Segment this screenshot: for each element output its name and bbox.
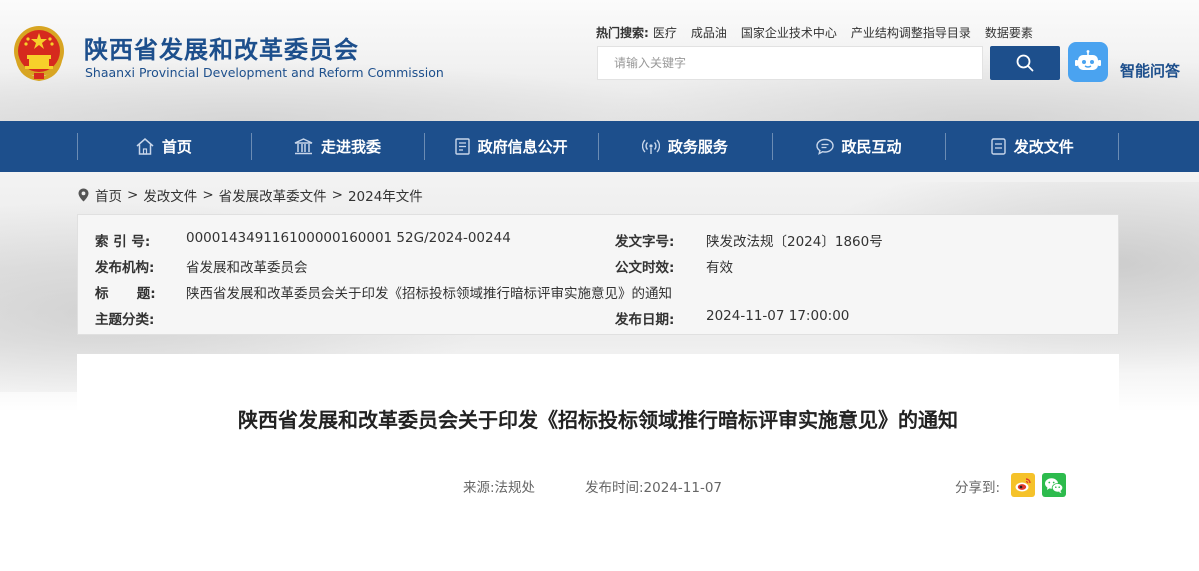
- hot-search-link[interactable]: 国家企业技术中心: [741, 24, 837, 41]
- nav-label: 走进我委: [321, 138, 382, 156]
- search-input[interactable]: [598, 47, 982, 79]
- chat-icon: [815, 138, 834, 155]
- breadcrumb-separator: >: [331, 187, 343, 203]
- article: 陕西省发展和改革委员会关于印发《招标投标领域推行暗标评审实施意见》的通知 来源:…: [77, 354, 1119, 571]
- hot-search-link[interactable]: 数据要素: [985, 24, 1033, 41]
- robot-icon: [1075, 50, 1101, 70]
- nav-item-home[interactable]: 首页: [77, 121, 251, 172]
- share-label: 分享到:: [955, 480, 1001, 496]
- search-icon: [1016, 54, 1034, 72]
- signal-icon: [641, 139, 660, 154]
- info-key: 索 引 号:: [95, 234, 151, 250]
- nav-label: 政民互动: [841, 138, 902, 156]
- hot-search-link[interactable]: 医疗: [653, 24, 677, 41]
- wechat-share-button[interactable]: [1042, 473, 1066, 497]
- building-icon: [294, 138, 313, 155]
- assistant-label[interactable]: 智能问答: [1120, 60, 1180, 81]
- document-info-panel: 索 引 号: 000014349116100000160001 52G/2024…: [77, 214, 1119, 335]
- info-value: 2024-11-07 17:00:00: [706, 308, 850, 324]
- main-nav: 首页 走进我委 政府信息公开 政务服务 政民互动 发改文件: [0, 121, 1199, 172]
- breadcrumb-separator: >: [202, 187, 214, 203]
- nav-item-gov-info[interactable]: 政府信息公开: [424, 121, 598, 172]
- search-field[interactable]: [597, 46, 983, 80]
- file-icon: [990, 138, 1006, 155]
- nav-label: 首页: [161, 138, 192, 156]
- hot-search: 热门搜索: 医疗 成品油 国家企业技术中心 产业结构调整指导目录 数据要素: [596, 24, 1047, 41]
- info-value: 000014349116100000160001 52G/2024-00244: [186, 230, 511, 246]
- info-value: 陕发改法规〔2024〕1860号: [706, 234, 883, 250]
- article-title: 陕西省发展和改革委员会关于印发《招标投标领域推行暗标评审实施意见》的通知: [238, 408, 958, 432]
- nav-item-files[interactable]: 发改文件: [945, 121, 1119, 172]
- article-publish-time: 发布时间:2024-11-07: [585, 480, 723, 496]
- assistant-button[interactable]: [1068, 42, 1108, 82]
- info-key: 发布机构:: [95, 260, 155, 276]
- breadcrumb-link[interactable]: 首页: [95, 185, 122, 205]
- hot-search-link[interactable]: 成品油: [691, 24, 727, 41]
- nav-label: 发改文件: [1013, 138, 1074, 156]
- nav-label: 政务服务: [667, 138, 728, 156]
- info-key: 发文字号:: [615, 234, 675, 250]
- location-pin-icon: [78, 188, 89, 202]
- breadcrumb-link[interactable]: 2024年文件: [348, 185, 423, 205]
- search-button[interactable]: [990, 46, 1060, 80]
- info-value: 有效: [706, 260, 733, 276]
- hot-search-link[interactable]: 产业结构调整指导目录: [851, 24, 971, 41]
- nav-item-services[interactable]: 政务服务: [598, 121, 772, 172]
- site-title[interactable]: 陕西省发展和改革委员会: [84, 30, 359, 65]
- nav-item-about[interactable]: 走进我委: [250, 121, 425, 172]
- nav-label: 政府信息公开: [477, 138, 568, 156]
- info-key: 发布日期:: [615, 312, 675, 328]
- national-emblem-icon: [12, 25, 66, 82]
- weibo-icon: [1015, 478, 1031, 492]
- breadcrumb-separator: >: [127, 187, 139, 203]
- article-source: 来源:法规处: [463, 480, 536, 496]
- home-icon: [136, 138, 154, 155]
- breadcrumb: 首页 > 发改文件 > 省发展改革委文件 > 2024年文件: [78, 185, 423, 205]
- info-value: 省发展和改革委员会: [186, 260, 308, 276]
- hot-search-label: 热门搜索:: [596, 26, 649, 40]
- document-icon: [454, 138, 470, 155]
- info-value: 陕西省发展和改革委员会关于印发《招标投标领域推行暗标评审实施意见》的通知: [186, 286, 672, 302]
- breadcrumb-link[interactable]: 省发展改革委文件: [219, 185, 327, 205]
- info-key: 标 题:: [95, 286, 156, 302]
- breadcrumb-link[interactable]: 发改文件: [143, 185, 197, 205]
- site-subtitle: Shaanxi Provincial Development and Refor…: [85, 65, 444, 80]
- nav-item-interaction[interactable]: 政民互动: [771, 121, 946, 172]
- weibo-share-button[interactable]: [1011, 473, 1035, 497]
- info-key: 公文时效:: [615, 260, 675, 276]
- info-key: 主题分类:: [95, 312, 155, 328]
- wechat-icon: [1045, 477, 1064, 493]
